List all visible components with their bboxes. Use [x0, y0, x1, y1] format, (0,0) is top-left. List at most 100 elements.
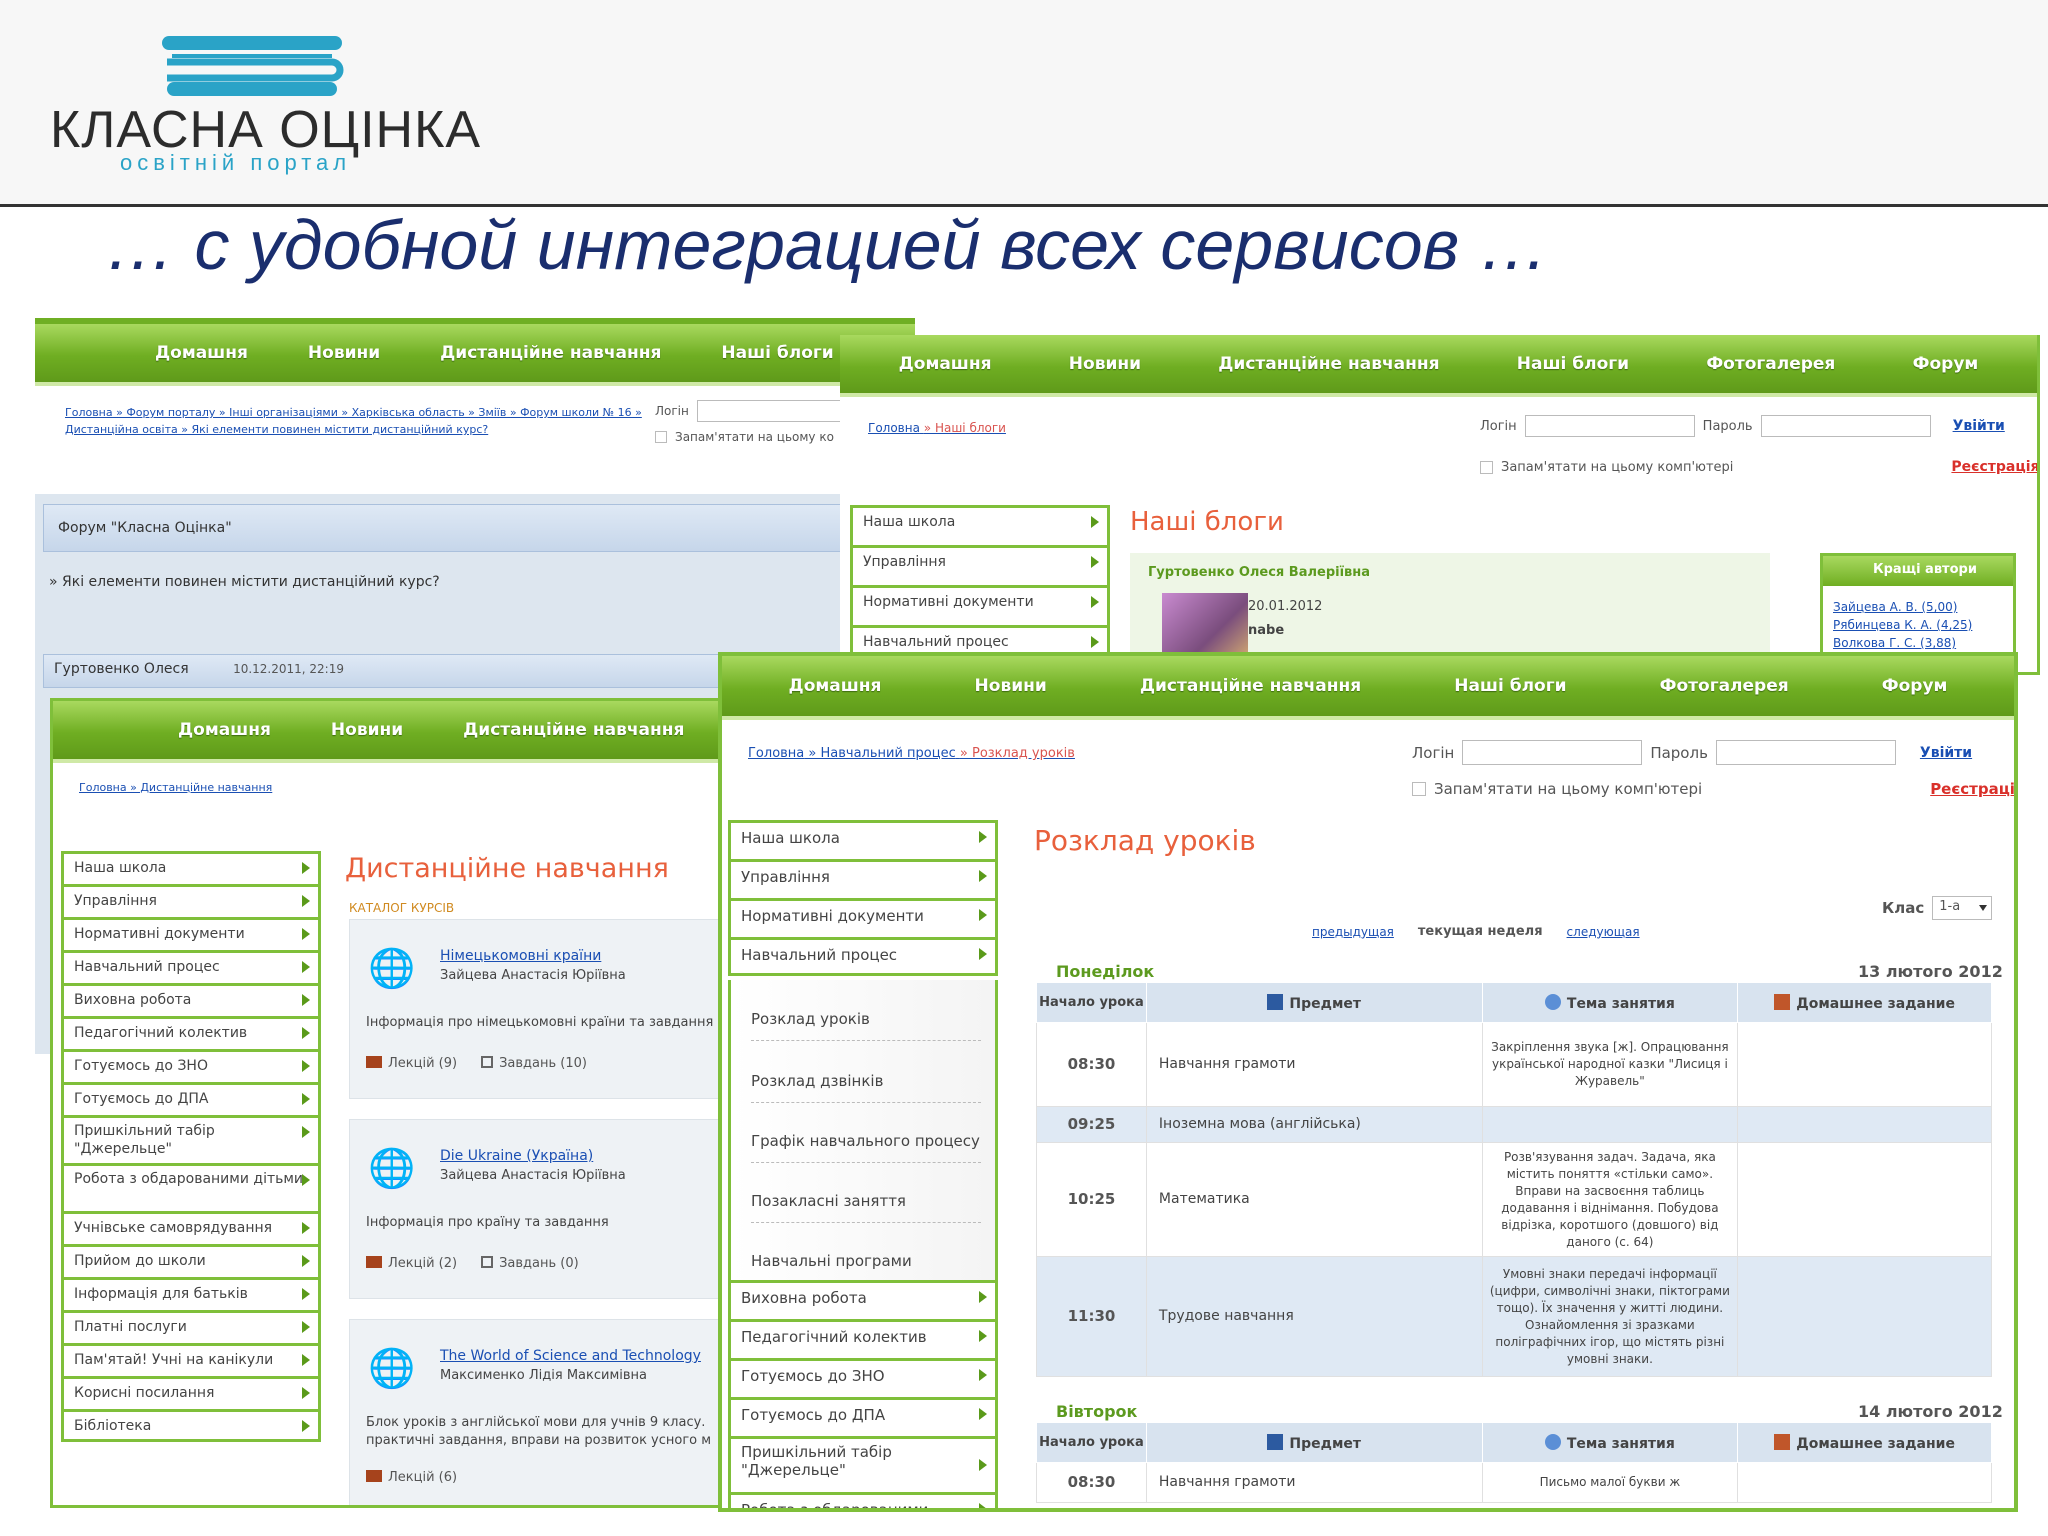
sidebar-item[interactable]: Учнівське самоврядування [61, 1211, 321, 1244]
sidebar-item[interactable]: Управління [728, 859, 998, 898]
remember-checkbox[interactable] [1412, 782, 1426, 796]
login-button[interactable]: Увійти [1953, 418, 2005, 434]
sidebar-item[interactable]: Виховна робота [728, 1280, 998, 1319]
course-title[interactable]: The World of Science and Technology [440, 1348, 701, 1364]
sidebar-item[interactable]: Навчальний процес [61, 950, 321, 983]
blogs-screenshot: Домашня Новини Дистанційне навчання Наші… [840, 335, 2040, 675]
sidebar-item[interactable]: Робота з обдарованими дітьми [61, 1163, 321, 1211]
submenu-item[interactable]: Позакласні заняття [751, 1192, 981, 1223]
briefcase-icon [366, 1056, 382, 1068]
sidebar-item[interactable]: Готуємось до ДПА [61, 1082, 321, 1115]
prev-week-link[interactable]: предыдущая [1312, 925, 1394, 939]
nav-distance[interactable]: Дистанційне навчання [1218, 354, 1439, 374]
course-title[interactable]: Німецькомовні країни [440, 948, 601, 964]
arrow-right-icon [979, 1503, 987, 1508]
forum-name-bar[interactable]: Форум "Класна Оцінка" [43, 504, 903, 552]
sidebar-item[interactable]: Нормативні документи [728, 898, 998, 937]
sidebar-item[interactable]: Бібліотека [61, 1409, 321, 1442]
forum-breadcrumb[interactable]: Головна » Форум порталу » Інші організац… [65, 404, 645, 438]
sidebar-item[interactable]: Пришкільний табір "Джерельце" [728, 1436, 998, 1492]
submenu-item[interactable]: Розклад дзвінків [751, 1072, 981, 1103]
submenu-item[interactable]: Розклад уроків [751, 1010, 981, 1041]
nav-distance[interactable]: Дистанційне навчання [463, 720, 684, 740]
nav-blogs[interactable]: Наші блоги [1454, 676, 1566, 696]
sidebar-item[interactable]: Інформація для батьків [61, 1277, 321, 1310]
nav-forum[interactable]: Форум [1882, 676, 1948, 696]
sidebar-item[interactable]: Пам'ятай! Учні на канікули [61, 1343, 321, 1376]
sidebar-item[interactable]: Нормативні документи [61, 917, 321, 950]
lectures-link[interactable]: Лекцій (6) [388, 1470, 457, 1485]
nav-distance[interactable]: Дистанційне навчання [440, 343, 661, 363]
nav-gallery[interactable]: Фотогалерея [1660, 676, 1789, 696]
login-input[interactable] [1524, 415, 1695, 437]
nav-news[interactable]: Новини [331, 720, 403, 740]
best-author-3[interactable]: Волкова Г. С. (3,88) [1833, 636, 1956, 650]
class-select[interactable]: 1-а [1932, 896, 1993, 920]
best-authors-header: Кращі автори [1823, 556, 2013, 586]
forum-topic[interactable]: » Які елементи повинен містити дистанцій… [49, 574, 440, 590]
sidebar-item[interactable]: Пришкільний табір "Джерельце" [61, 1115, 321, 1163]
best-author-1[interactable]: Зайцева А. В. (5,00) [1833, 600, 1957, 614]
sidebar-item[interactable]: Навчальний процес [728, 937, 998, 976]
sidebar-item[interactable]: Наша школа [850, 505, 1110, 545]
tasks-link[interactable]: Завдань (0) [499, 1256, 579, 1271]
crumb-home[interactable]: Головна [868, 421, 920, 435]
password-input[interactable] [1760, 415, 1931, 437]
nav-news[interactable]: Новини [1069, 354, 1141, 374]
nav-home[interactable]: Домашня [178, 720, 271, 740]
nav-gallery[interactable]: Фотогалерея [1706, 354, 1835, 374]
nav-forum[interactable]: Форум [1913, 354, 1979, 374]
sidebar-item[interactable]: Педагогічний колектив [61, 1016, 321, 1049]
crumb-process[interactable]: Навчальний процес [821, 746, 956, 761]
nav-news[interactable]: Новини [975, 676, 1047, 696]
sidebar-item[interactable]: Наша школа [728, 820, 998, 859]
tasks-link[interactable]: Завдань (10) [499, 1056, 587, 1071]
lesson-subject: Трудове навчання [1145, 1256, 1483, 1377]
remember-checkbox[interactable] [1480, 460, 1493, 474]
sidebar-item-label: Готуємось до ЗНО [74, 1058, 208, 1074]
password-input[interactable] [1715, 740, 1896, 765]
nav-distance[interactable]: Дистанційне навчання [1140, 676, 1361, 696]
sidebar-item[interactable]: Нормативні документи [850, 585, 1110, 625]
nav-news[interactable]: Новини [308, 343, 380, 363]
remember-checkbox[interactable] [655, 431, 667, 443]
login-input[interactable] [1462, 740, 1643, 765]
nav-blogs[interactable]: Наші блоги [1517, 354, 1629, 374]
best-author-2[interactable]: Рябинцева К. А. (4,25) [1833, 618, 1972, 632]
lectures-link[interactable]: Лекцій (2) [388, 1256, 457, 1271]
sidebar-item[interactable]: Педагогічний колектив [728, 1319, 998, 1358]
lesson-subject: Іноземна мова (англійська) [1145, 1106, 1483, 1143]
sidebar-item[interactable]: Готуємось до ДПА [728, 1397, 998, 1436]
arrow-right-icon [302, 862, 310, 874]
page-heading: Дистанційне навчання [345, 853, 669, 884]
register-link[interactable]: Реєстрація [1951, 459, 2037, 475]
next-week-link[interactable]: следующая [1567, 925, 1640, 939]
arrow-right-icon [302, 1060, 310, 1072]
submenu-item[interactable]: Графік навчального процесу [751, 1132, 981, 1163]
blog-author[interactable]: Гуртовенко Олеся Валеріївна [1148, 565, 1370, 580]
sidebar-item[interactable]: Прийом до школи [61, 1244, 321, 1277]
sidebar-item[interactable]: Готуємось до ЗНО [728, 1358, 998, 1397]
sidebar-item[interactable]: Робота з обдарованими [728, 1492, 998, 1508]
sidebar-item[interactable]: Управління [61, 884, 321, 917]
sidebar-item[interactable]: Наша школа [61, 851, 321, 884]
nav-home[interactable]: Домашня [155, 343, 248, 363]
arrow-right-icon [1091, 556, 1099, 568]
submenu-item[interactable]: Навчальні програми [751, 1252, 912, 1270]
nav-home[interactable]: Домашня [899, 354, 992, 374]
distance-breadcrumb[interactable]: Головна » Дистанційне навчання [79, 781, 272, 794]
nav-blogs[interactable]: Наші блоги [721, 343, 833, 363]
sidebar-item[interactable]: Готуємось до ЗНО [61, 1049, 321, 1082]
sidebar-item[interactable]: Платні послуги [61, 1310, 321, 1343]
sidebar-item[interactable]: Корисні посилання [61, 1376, 321, 1409]
forum-login-row: Логін [655, 400, 857, 422]
register-link[interactable]: Реєстрація [1930, 780, 2014, 798]
course-title[interactable]: Die Ukraine (Україна) [440, 1148, 593, 1164]
nav-home[interactable]: Домашня [789, 676, 882, 696]
sidebar-item[interactable]: Виховна робота [61, 983, 321, 1016]
login-button[interactable]: Увійти [1920, 745, 1972, 761]
lectures-link[interactable]: Лекцій (9) [388, 1056, 457, 1071]
login-input[interactable] [696, 400, 857, 422]
crumb-home[interactable]: Головна [748, 746, 804, 761]
sidebar-item[interactable]: Управління [850, 545, 1110, 585]
